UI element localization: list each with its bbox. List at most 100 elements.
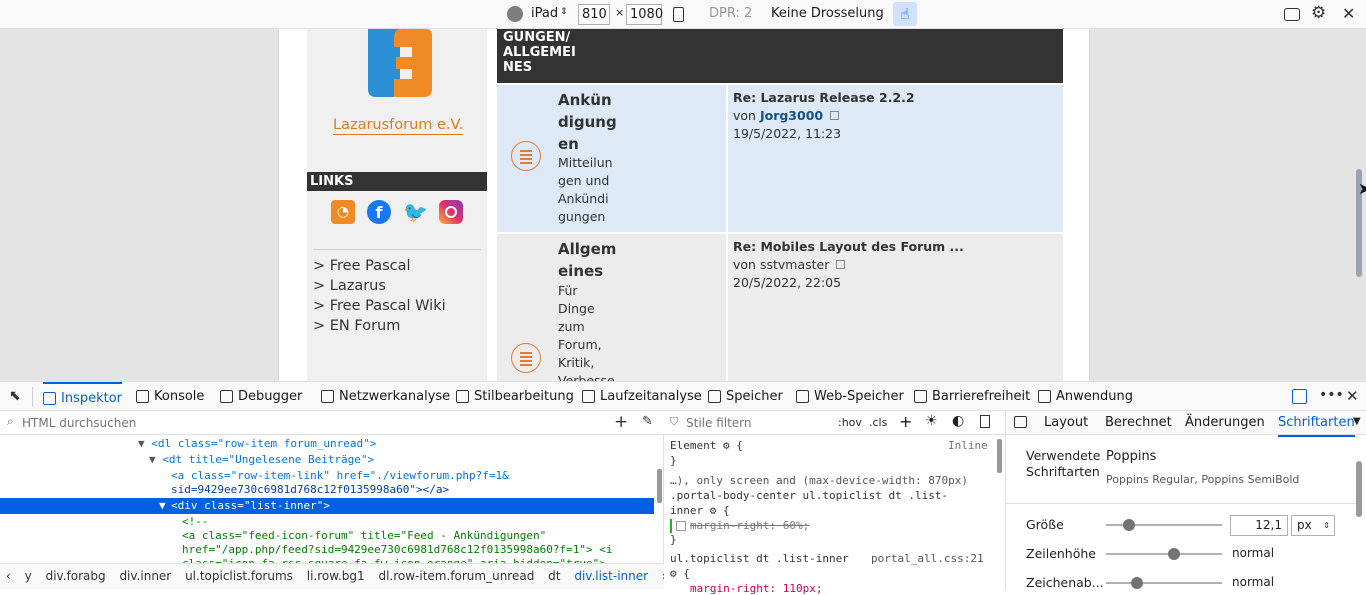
- letter-spacing-value[interactable]: normal: [1232, 575, 1274, 589]
- breadcrumb-item-selected[interactable]: div.list-inner: [574, 569, 648, 583]
- close-devtools-icon[interactable]: ✕: [1346, 387, 1359, 405]
- tab-inspektor[interactable]: Inspektor: [43, 382, 123, 411]
- gear-icon[interactable]: ⚙: [670, 567, 677, 580]
- rule-selector[interactable]: .portal-body-center ul.topiclist dt .lis…: [670, 489, 948, 502]
- dark-mode-icon[interactable]: ◐: [952, 413, 964, 429]
- markup-node-selected[interactable]: ▼ <div class="list-inner">: [0, 498, 654, 514]
- slider-knob[interactable]: [1131, 577, 1143, 589]
- tab-laufzeitanalyse[interactable]: Laufzeitanalyse: [582, 382, 702, 411]
- styles-filter-input[interactable]: [686, 414, 826, 432]
- property-checkbox[interactable]: [676, 521, 686, 531]
- tab-berechnet[interactable]: Berechnet: [1105, 411, 1172, 435]
- overridden-property[interactable]: margin-right: 60%;: [690, 519, 809, 532]
- rule-source-link[interactable]: portal_all.css:21: [871, 552, 984, 565]
- breadcrumb-item[interactable]: y: [25, 569, 32, 583]
- author-link[interactable]: Jorg3000: [760, 108, 823, 123]
- font-panel-scrollbar[interactable]: [1356, 461, 1362, 517]
- hover-toggle[interactable]: :hov: [838, 416, 862, 429]
- gear-icon[interactable]: ⚙: [710, 504, 717, 517]
- rules-scrollbar[interactable]: [997, 439, 1002, 473]
- tab-barrierefreiheit[interactable]: Barrierefreiheit: [914, 382, 1030, 411]
- tab-layout[interactable]: Layout: [1044, 411, 1088, 435]
- forum-status-icon[interactable]: [511, 141, 541, 171]
- breadcrumb-item[interactable]: div.forabg: [46, 569, 106, 583]
- forum-title[interactable]: Allgem eines: [558, 238, 628, 282]
- last-post-title[interactable]: Re: Lazarus Release 2.2.2: [733, 90, 915, 105]
- link-en-forum[interactable]: > EN Forum: [313, 318, 400, 334]
- goto-post-icon[interactable]: [836, 260, 846, 269]
- rss-icon[interactable]: ◔: [331, 200, 355, 224]
- twitter-icon[interactable]: 🐦: [403, 200, 428, 224]
- size-slider[interactable]: [1106, 519, 1222, 531]
- touch-simulation-icon[interactable]: ☝: [893, 2, 917, 26]
- toggle-panel-icon[interactable]: [1014, 416, 1027, 428]
- tab-speicher[interactable]: Speicher: [708, 382, 783, 411]
- element-picker-icon[interactable]: ⬉: [9, 388, 21, 404]
- tab-netzwerkanalyse[interactable]: Netzwerkanalyse: [321, 382, 450, 411]
- responsive-mode-icon[interactable]: [1292, 389, 1307, 404]
- inline-label[interactable]: Inline: [948, 439, 988, 452]
- tab-web-speicher[interactable]: Web-Speicher: [796, 382, 904, 411]
- viewport-width-input[interactable]: 810: [578, 4, 610, 25]
- forum-description: Für Dinge zum Forum, Kritik, Verbesse ru…: [558, 282, 618, 381]
- forum-status-icon[interactable]: [511, 343, 541, 373]
- markup-node[interactable]: ▼ <dt title="Ungelesene Beiträge">: [149, 452, 374, 468]
- throttle-selector[interactable]: Keine Drosselung: [771, 6, 884, 21]
- more-options-icon[interactable]: •••: [1319, 387, 1344, 403]
- letter-spacing-slider[interactable]: [1106, 577, 1222, 589]
- slider-knob[interactable]: [1123, 519, 1135, 531]
- eyedropper-icon[interactable]: ✎: [642, 414, 653, 429]
- line-height-value[interactable]: normal: [1232, 546, 1274, 560]
- tab-aenderungen[interactable]: Änderungen: [1185, 411, 1265, 435]
- markup-scrollbar[interactable]: [657, 469, 662, 503]
- breadcrumb-item[interactable]: dl.row-item.forum_unread: [378, 569, 534, 583]
- add-rule-icon[interactable]: +: [899, 412, 912, 431]
- device-viewport: Lazarusforum e.V. LINKS ◔ f 🐦 > Free Pas…: [0, 29, 1366, 381]
- print-media-icon[interactable]: [980, 415, 990, 428]
- markup-node[interactable]: sid=9429ee730c6981d768c12f0135998a60"></…: [171, 482, 449, 498]
- breadcrumb-item[interactable]: li.row.bg1: [307, 569, 365, 583]
- line-height-slider[interactable]: [1106, 548, 1222, 560]
- link-free-pascal[interactable]: > Free Pascal: [313, 258, 411, 274]
- lazarus-logo[interactable]: [360, 29, 434, 99]
- link-lazarus[interactable]: > Lazarus: [313, 278, 386, 294]
- breadcrumb-item[interactable]: ul.topiclist.forums: [185, 569, 293, 583]
- breadcrumb-item[interactable]: dt: [548, 569, 560, 583]
- settings-icon[interactable]: ⚙: [1311, 3, 1326, 23]
- facebook-icon[interactable]: f: [367, 200, 391, 224]
- viewport-height-input[interactable]: 1080: [626, 4, 663, 25]
- add-node-icon[interactable]: +: [614, 412, 628, 432]
- author-link[interactable]: sstvmaster: [760, 257, 829, 272]
- close-icon[interactable]: ✕: [1342, 4, 1355, 23]
- screenshot-icon[interactable]: [1284, 8, 1300, 21]
- slider-knob[interactable]: [1168, 548, 1180, 560]
- instagram-icon[interactable]: [439, 200, 463, 224]
- markup-panel: ⌕ + ✎ ▼ <dl class="row-item forum_unread…: [0, 411, 664, 589]
- html-search-input[interactable]: [22, 414, 582, 432]
- no-touch-icon[interactable]: [507, 6, 523, 22]
- size-input[interactable]: 12,1: [1230, 515, 1288, 536]
- link-free-pascal-wiki[interactable]: > Free Pascal Wiki: [313, 298, 446, 314]
- unit-value: px: [1297, 518, 1312, 532]
- gear-icon[interactable]: ⚙: [723, 439, 730, 452]
- tab-debugger[interactable]: Debugger: [220, 382, 302, 411]
- chevron-down-icon[interactable]: ▼: [1353, 416, 1361, 427]
- class-toggle[interactable]: .cls: [869, 416, 887, 429]
- light-mode-icon[interactable]: ☀: [925, 413, 938, 429]
- rotate-icon[interactable]: [673, 7, 684, 22]
- tab-stilbearbeitung[interactable]: Stilbearbeitung: [456, 382, 574, 411]
- forum-name-link[interactable]: Lazarusforum e.V.: [333, 117, 464, 135]
- markup-node[interactable]: ▼ <dl class="row-item forum_unread">: [138, 436, 376, 452]
- last-post-title[interactable]: Re: Mobiles Layout des Forum ...: [733, 239, 964, 254]
- goto-post-icon[interactable]: [830, 111, 840, 120]
- forum-title[interactable]: Ankün digung en: [558, 89, 628, 155]
- breadcrumb-left-icon[interactable]: ‹: [6, 569, 11, 583]
- tab-schriftarten[interactable]: Schriftarten: [1278, 411, 1355, 437]
- tab-anwendung[interactable]: Anwendung: [1038, 382, 1133, 411]
- unit-select[interactable]: px ⇕: [1291, 515, 1335, 536]
- breadcrumb-item[interactable]: div.inner: [119, 569, 171, 583]
- rule-selector[interactable]: ul.topiclist dt .list-inner: [670, 552, 849, 565]
- tab-konsole[interactable]: Konsole: [136, 382, 204, 411]
- dpr-selector[interactable]: DPR: 2: [709, 6, 752, 21]
- device-selector[interactable]: iPad: [531, 6, 558, 21]
